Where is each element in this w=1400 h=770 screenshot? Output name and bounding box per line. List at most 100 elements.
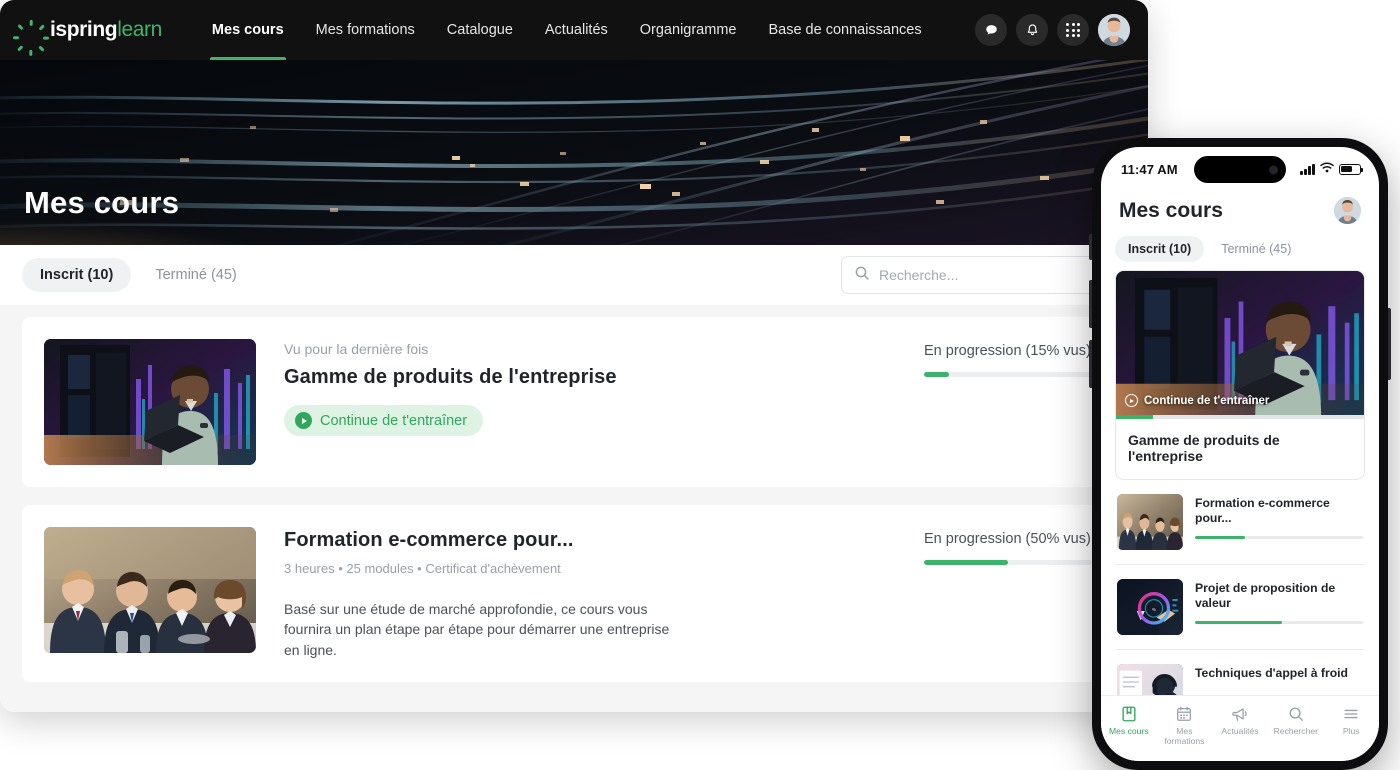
volume-down-button[interactable] [1089,340,1092,388]
apps-grid-dots [1066,23,1080,37]
ispring-logo-icon [20,19,42,41]
course-list: Vu pour la dernière fois Gamme de produi… [0,305,1148,682]
search-icon [854,265,870,286]
hero-banner: Mes cours [0,60,1148,245]
course-title[interactable]: Gamme de produits de l'entreprise [284,366,896,389]
list-item-body: Techniques d'appel à froid [1195,664,1363,681]
phone-tab-termine[interactable]: Terminé (45) [1208,236,1304,262]
course-title[interactable]: Formation e-commerce pour... [284,529,896,552]
wifi-icon [1320,160,1334,178]
phone-tab-mes-cours[interactable]: Mes cours [1101,704,1157,737]
progress-bar-fill [1195,536,1245,539]
nav-link-organigramme[interactable]: Organigramme [624,0,753,60]
phone-page-title: Mes cours [1119,199,1223,223]
avatar[interactable] [1334,197,1361,224]
progress-bar [1195,621,1363,624]
volume-up-button[interactable] [1089,280,1092,328]
progress-label: En progression (50% vus) [924,531,1104,547]
calendar-icon [1175,704,1193,723]
phone-tab-mes-formations[interactable]: Mes formations [1157,704,1213,747]
continue-training-button[interactable]: Continue de t'entraîner [284,405,483,436]
progress-label: En progression (15% vus) [924,343,1104,359]
phone-screen: 11:47 AM Mes co [1101,147,1379,761]
nav-action-icons [975,0,1130,60]
phone-filter-tabs: Inscrit (10) Terminé (45) [1101,224,1379,270]
menu-icon [1342,704,1360,723]
signal-bars-icon [1300,164,1315,175]
bell-icon[interactable] [1016,14,1048,46]
front-camera-icon [1269,165,1278,174]
phone-tab-plus[interactable]: Plus [1323,704,1379,737]
progress-bar-fill [924,372,949,377]
course-info: Formation e-commerce pour... 3 heures • … [284,527,896,660]
ispring-learn-logo[interactable]: ispringlearn [20,18,162,42]
screenshot-stage: ispringlearn Mes cours Mes formations Ca… [0,0,1400,770]
list-item-body: Projet de proposition de valeur [1195,579,1363,624]
phone-mockup: 11:47 AM Mes co [1092,138,1388,770]
nav-link-catalogue[interactable]: Catalogue [431,0,529,60]
phone-tab-label: Actualités [1221,727,1258,737]
course-progress: En progression (15% vus) [924,339,1104,465]
phone-tab-actualites[interactable]: Actualités [1212,704,1268,737]
svg-text:%: % [1152,607,1156,612]
phone-featured-course-card[interactable]: Continue de t'entraîner Gamme de produit… [1115,270,1365,480]
status-indicators [1300,147,1361,191]
course-title: Projet de proposition de valeur [1195,581,1363,612]
play-icon [295,412,312,429]
desktop-content: Inscrit (10) Terminé (45) [0,245,1148,712]
phone-tab-label: Plus [1343,727,1360,737]
list-item[interactable]: Formation e-commerce pour... [1115,480,1365,565]
book-icon [1120,704,1138,723]
phone-tab-rechercher[interactable]: Rechercher [1268,704,1324,737]
phone-course-list[interactable]: Continue de t'entraîner Gamme de produit… [1101,270,1379,706]
list-item-body: Formation e-commerce pour... [1195,494,1363,539]
list-item[interactable]: % Projet de proposition de valeur [1115,565,1365,650]
logo-word-learn: learn [117,18,162,41]
nav-links: Mes cours Mes formations Catalogue Actua… [196,0,938,60]
phone-continue-training-button[interactable]: Continue de t'entraîner [1125,394,1269,407]
search-input[interactable] [879,267,1113,283]
progress-bar-fill [1116,415,1153,419]
progress-bar [924,560,1092,565]
nav-link-mes-formations[interactable]: Mes formations [300,0,431,60]
nav-link-actualites[interactable]: Actualités [529,0,624,60]
megaphone-icon [1230,704,1249,723]
phone-featured-thumbnail: Continue de t'entraîner [1116,271,1364,419]
phone-tab-label: Rechercher [1274,727,1318,737]
status-time: 11:47 AM [1121,162,1178,177]
progress-bar [924,372,1092,377]
course-title: Formation e-commerce pour... [1195,496,1363,527]
progress-bar [1195,536,1363,539]
course-card[interactable]: Formation e-commerce pour... 3 heures • … [22,505,1126,682]
tab-termine[interactable]: Terminé (45) [137,258,254,292]
course-card[interactable]: Vu pour la dernière fois Gamme de produi… [22,317,1126,487]
top-navigation-bar: ispringlearn Mes cours Mes formations Ca… [0,0,1148,60]
battery-icon [1339,164,1361,175]
progress-bar-fill [1195,621,1282,624]
page-title: Mes cours [24,185,179,221]
power-button[interactable] [1388,308,1391,380]
nav-link-mes-cours[interactable]: Mes cours [196,0,300,60]
course-eyebrow: Vu pour la dernière fois [284,341,896,357]
search-box[interactable] [841,256,1126,294]
avatar[interactable] [1098,14,1130,46]
nav-link-base-de-connaissances[interactable]: Base de connaissances [752,0,937,60]
phone-header: Mes cours [1101,191,1379,224]
course-meta: 3 heures • 25 modules • Certificat d'ach… [284,561,896,576]
phone-status-bar: 11:47 AM [1101,147,1379,191]
phone-featured-course-title[interactable]: Gamme de produits de l'entreprise [1116,419,1364,479]
course-thumbnail: % [1117,579,1183,635]
chat-icon[interactable] [975,14,1007,46]
logo-word-ispring: ispring [50,18,117,41]
progress-bar-fill [924,560,1008,565]
desktop-window: ispringlearn Mes cours Mes formations Ca… [0,0,1148,712]
course-thumbnail [1117,494,1183,550]
course-info: Vu pour la dernière fois Gamme de produi… [284,339,896,465]
phone-featured-progress-bar [1116,415,1364,419]
logo-wordmark: ispringlearn [50,18,162,42]
tab-inscrit[interactable]: Inscrit (10) [22,258,131,292]
course-title: Techniques d'appel à froid [1195,666,1363,681]
phone-tab-inscrit[interactable]: Inscrit (10) [1115,236,1204,262]
apps-grid-icon[interactable] [1057,14,1089,46]
course-progress: En progression (50% vus) [924,527,1104,660]
